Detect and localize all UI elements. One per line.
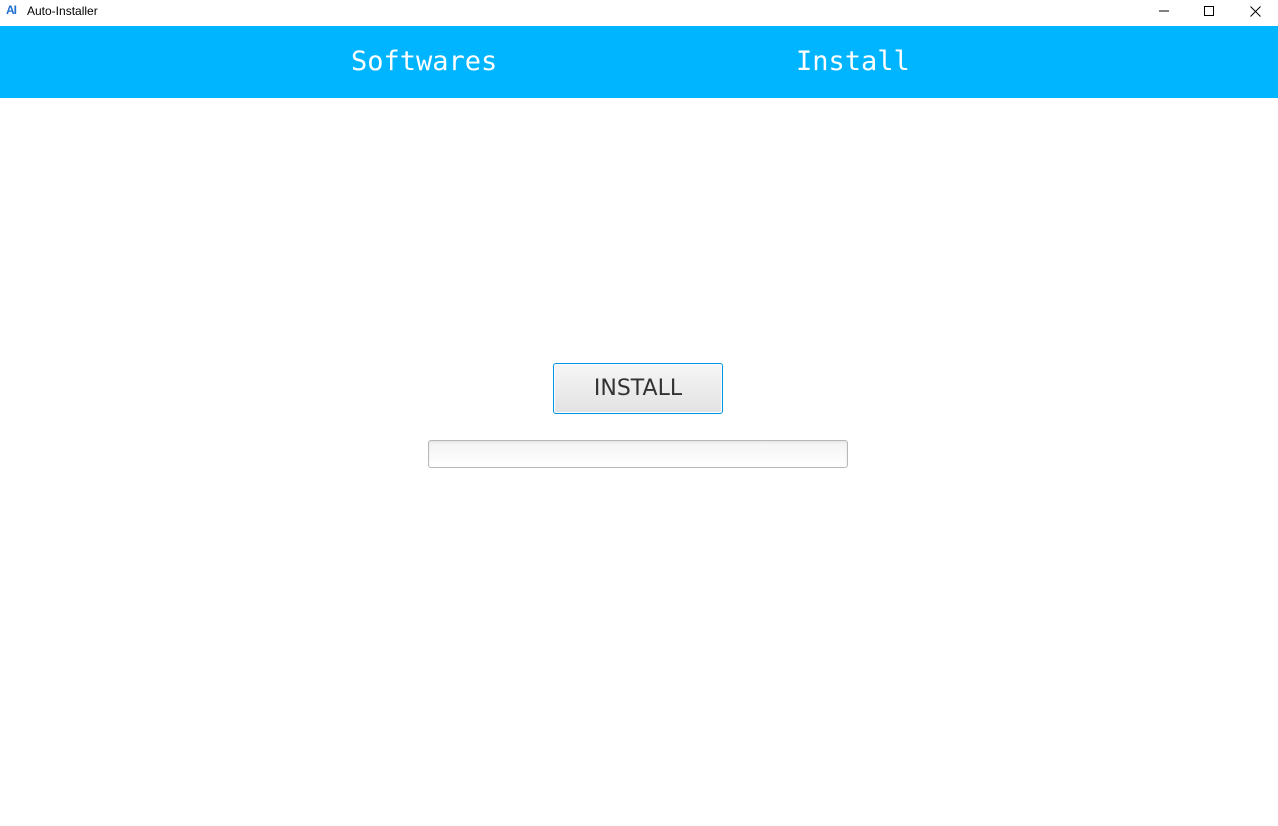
nav-header: Softwares Install	[0, 26, 1278, 98]
tab-install[interactable]: Install	[796, 44, 910, 80]
close-icon	[1249, 5, 1261, 17]
minimize-icon	[1159, 10, 1169, 12]
app-logo-text: AI	[6, 3, 17, 17]
tab-softwares[interactable]: Softwares	[351, 44, 497, 80]
app-window: AI Auto-Installer Softwares Install INST…	[0, 0, 1278, 826]
maximize-icon	[1204, 6, 1214, 16]
maximize-button[interactable]	[1186, 0, 1232, 22]
app-logo: AI	[6, 3, 17, 17]
install-progress-bar	[428, 440, 848, 468]
install-button[interactable]: INSTALL	[553, 363, 723, 414]
close-button[interactable]	[1232, 0, 1278, 22]
title-bar: AI Auto-Installer	[0, 0, 1278, 26]
minimize-button[interactable]	[1141, 0, 1187, 22]
window-title: Auto-Installer	[27, 4, 98, 18]
